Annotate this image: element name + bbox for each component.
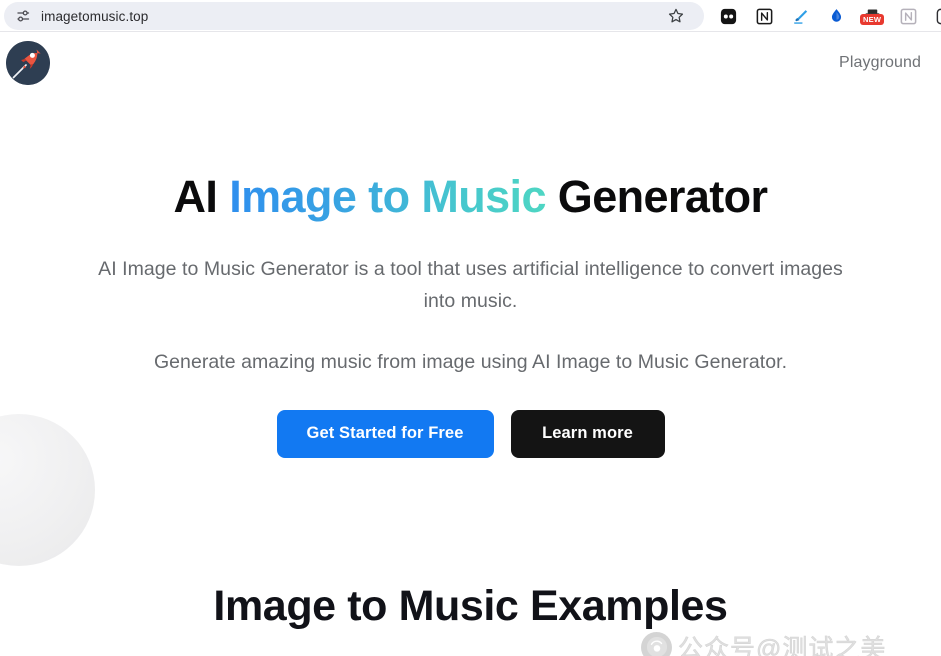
- hero-title-gradient: Image to Music: [229, 171, 546, 222]
- watermark-logo-icon: [641, 631, 672, 656]
- address-bar-url: imagetomusic.top: [41, 8, 149, 24]
- browser-toolbar: imagetomusic.top NEW: [0, 0, 941, 32]
- get-started-button[interactable]: Get Started for Free: [276, 409, 494, 458]
- hero-section: AI Image to Music Generator AI Image to …: [0, 94, 941, 458]
- address-bar[interactable]: imagetomusic.top: [4, 2, 704, 30]
- learn-more-button[interactable]: Learn more: [510, 409, 665, 458]
- examples-title: Image to Music Examples: [213, 581, 728, 630]
- tune-sliders-icon[interactable]: [14, 7, 32, 25]
- site-header: Playground: [0, 32, 941, 94]
- dualsub-extension-icon[interactable]: [710, 0, 746, 32]
- cta-row: Get Started for Free Learn more: [0, 409, 941, 458]
- notion-extension-icon[interactable]: [746, 0, 782, 32]
- printer-extension-icon[interactable]: NEW: [854, 0, 890, 32]
- page-title: AI Image to Music Generator: [0, 172, 941, 222]
- notion-clipper-extension-icon[interactable]: [890, 0, 926, 32]
- star-icon[interactable]: [664, 4, 688, 28]
- hero-title-suffix: Generator: [545, 171, 768, 222]
- nav-link-playground[interactable]: Playground: [839, 54, 921, 72]
- rocket-logo[interactable]: [6, 41, 50, 85]
- extensions-strip: NEW: [710, 0, 941, 32]
- highlighter-extension-icon[interactable]: [782, 0, 818, 32]
- primary-nav: Playground: [839, 54, 921, 72]
- hero-subtitle: AI Image to Music Generator is a tool th…: [98, 257, 843, 312]
- page-content: Playground AI Image to Music Generator A…: [0, 32, 941, 656]
- grammarly-extension-icon[interactable]: [818, 0, 854, 32]
- extension-new-badge: NEW: [860, 14, 885, 25]
- chrome-menu-icon[interactable]: [926, 0, 941, 32]
- hero-subtitle-secondary: Generate amazing music from image using …: [153, 350, 788, 373]
- watermark-overlay: 公众号@测试之美: [641, 629, 886, 656]
- examples-section: Image to Music Examples: [0, 581, 941, 630]
- watermark-text: 公众号@测试之美: [678, 635, 887, 656]
- hero-title-prefix: AI: [173, 171, 230, 222]
